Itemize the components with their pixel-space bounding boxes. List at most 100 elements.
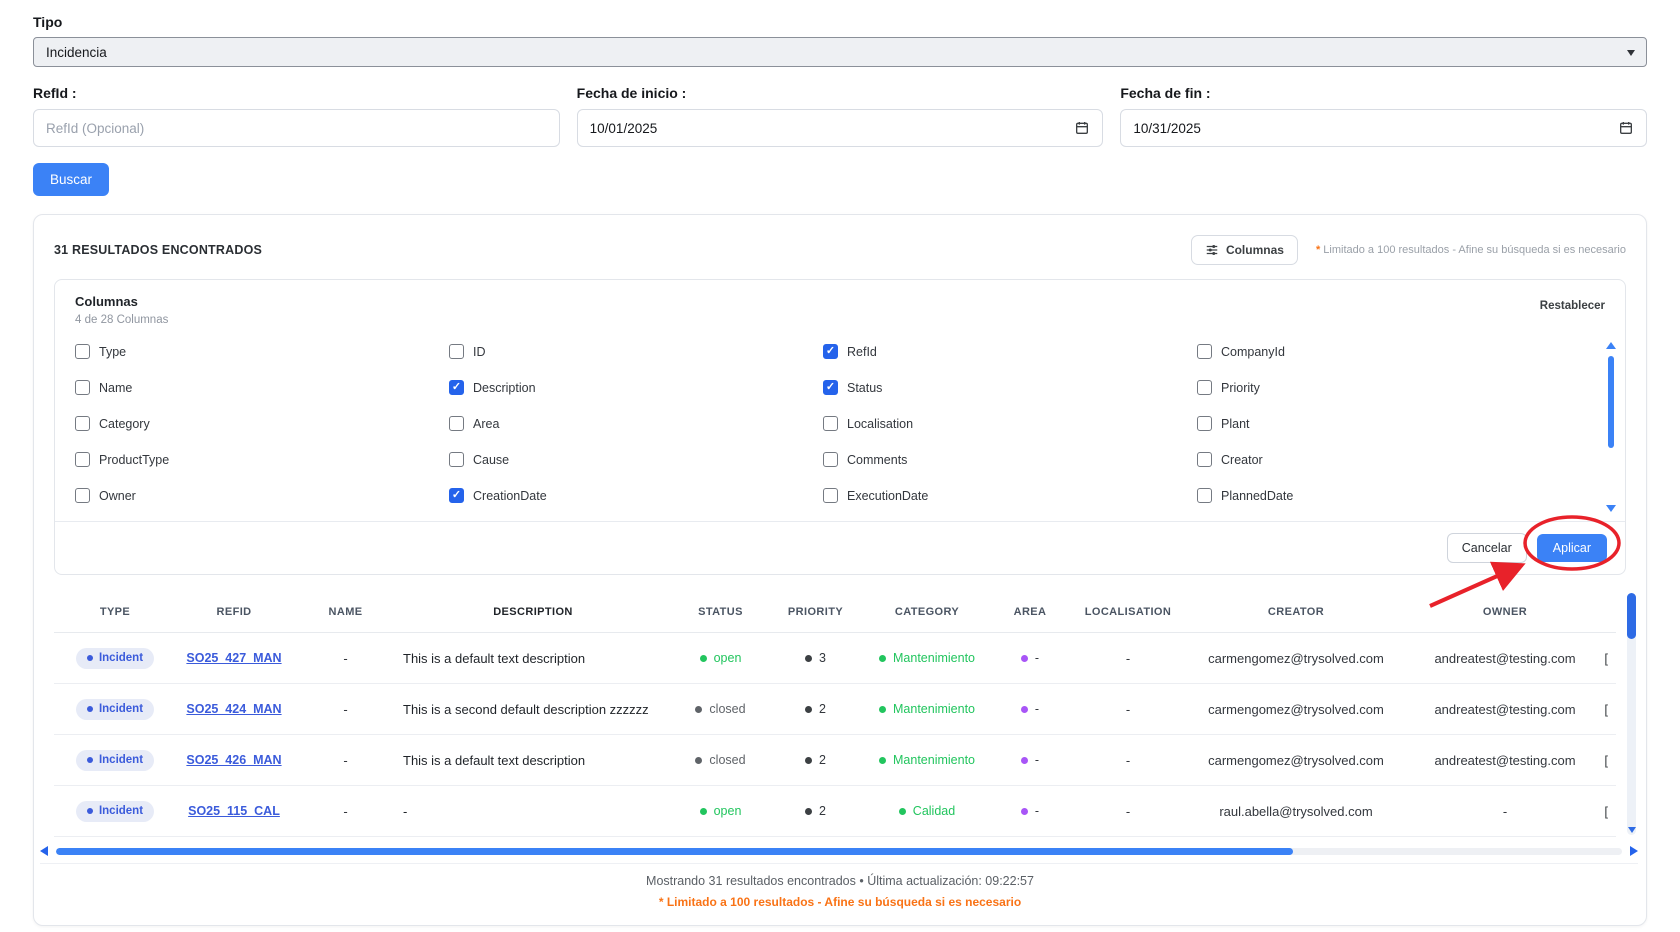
column-checkbox-name[interactable]: Name [75,380,449,395]
checkbox-icon [1197,452,1212,467]
column-checkbox-status[interactable]: Status [823,380,1197,395]
column-checkbox-type[interactable]: Type [75,344,449,359]
scrollbar-thumb[interactable] [1627,593,1636,639]
column-checkbox-cause[interactable]: Cause [449,452,823,467]
chevron-down-icon [1627,50,1635,56]
tipo-select[interactable]: Incidencia [33,37,1647,67]
refid-input[interactable] [33,109,560,147]
buscar-button[interactable]: Buscar [33,163,109,196]
table-row: Incident SO25_115_CAL - - open 2 Calidad… [54,786,1616,837]
column-checkbox-priority[interactable]: Priority [1197,380,1571,395]
column-checkbox-id[interactable]: ID [449,344,823,359]
area-dot-icon [1021,706,1028,713]
checkbox-icon [75,380,90,395]
panel-scrollbar[interactable] [1606,342,1616,512]
results-table: TYPE REFID NAME DESCRIPTION STATUS PRIOR… [54,591,1616,837]
column-header-status: STATUS [673,606,768,618]
column-checkbox-owner[interactable]: Owner [75,488,449,503]
checkbox-icon [75,488,90,503]
checkbox-label: Owner [99,489,136,503]
column-checkbox-category[interactable]: Category [75,416,449,431]
refid-link[interactable]: SO25_424_MAN [186,702,281,716]
aplicar-button[interactable]: Aplicar [1537,534,1607,562]
fecha-fin-input[interactable]: 10/31/2025 [1120,109,1647,147]
checkbox-label: Creator [1221,453,1263,467]
cell-owner: andreatest@testing.com [1405,651,1605,666]
fecha-fin-field: Fecha de fin : 10/31/2025 [1120,85,1647,147]
scroll-up-icon[interactable] [1606,342,1616,349]
checkbox-icon [449,380,464,395]
scroll-down-icon[interactable] [1628,827,1636,833]
checkbox-icon [75,344,90,359]
scroll-down-icon[interactable] [1606,505,1616,512]
cell-type: Incident [60,648,170,669]
cell-owner: andreatest@testing.com [1405,702,1605,717]
category-dot-icon [879,655,886,662]
scrollbar-track[interactable] [56,848,1622,855]
fecha-inicio-input[interactable]: 10/01/2025 [577,109,1104,147]
column-header-priority: PRIORITY [768,606,863,618]
category-dot-icon [879,757,886,764]
columns-panel: Columnas 4 de 28 Columnas Restablecer Ty… [54,279,1626,575]
cell-creator: raul.abella@trysolved.com [1187,804,1405,819]
column-checkbox-creationdate[interactable]: CreationDate [449,488,823,503]
column-checkbox-executiondate[interactable]: ExecutionDate [823,488,1197,503]
scrollbar-thumb[interactable] [1608,356,1614,448]
column-checkbox-description[interactable]: Description [449,380,823,395]
column-checkbox-comments[interactable]: Comments [823,452,1197,467]
cell-creator: carmengomez@trysolved.com [1187,702,1405,717]
cell-name: - [298,753,393,768]
checkbox-label: ExecutionDate [847,489,928,503]
checkbox-label: Plant [1221,417,1250,431]
column-header-description: DESCRIPTION [393,606,673,618]
limit-note: * Limitado a 100 resultados - Afine su b… [1316,244,1626,256]
scroll-right-icon[interactable] [1630,846,1638,856]
type-badge: Incident [76,699,154,720]
cell-category: Mantenimiento [863,702,991,716]
checkbox-icon [75,452,90,467]
checkbox-icon [449,416,464,431]
cell-owner: andreatest@testing.com [1405,753,1605,768]
scroll-left-icon[interactable] [40,846,48,856]
restablecer-button[interactable]: Restablecer [1540,296,1605,316]
columns-grid: Type ID RefId CompanyId Name Description… [75,344,1605,503]
column-checkbox-producttype[interactable]: ProductType [75,452,449,467]
column-checkbox-creator[interactable]: Creator [1197,452,1571,467]
checkbox-label: RefId [847,345,877,359]
refid-link[interactable]: SO25_115_CAL [188,804,280,818]
cell-overflow: [ [1605,651,1616,666]
table-header-row: TYPE REFID NAME DESCRIPTION STATUS PRIOR… [54,591,1616,633]
cell-name: - [298,804,393,819]
cell-creator: carmengomez@trysolved.com [1187,753,1405,768]
column-checkbox-area[interactable]: Area [449,416,823,431]
cell-area: - [991,804,1069,818]
refid-link[interactable]: SO25_427_MAN [186,651,281,665]
cell-creator: carmengomez@trysolved.com [1187,651,1405,666]
area-dot-icon [1021,757,1028,764]
checkbox-label: Type [99,345,126,359]
cell-localisation: - [1069,702,1187,717]
columns-panel-title: Columnas [75,294,168,309]
cell-localisation: - [1069,651,1187,666]
calendar-icon[interactable] [1618,120,1634,136]
scrollbar-thumb[interactable] [56,848,1293,855]
column-checkbox-plant[interactable]: Plant [1197,416,1571,431]
panel-actions: Cancelar Aplicar [55,521,1625,574]
area-dot-icon [1021,808,1028,815]
fecha-inicio-label: Fecha de inicio : [577,85,1104,101]
column-checkbox-companyid[interactable]: CompanyId [1197,344,1571,359]
cancelar-button[interactable]: Cancelar [1447,533,1527,563]
calendar-icon[interactable] [1074,120,1090,136]
checkbox-icon [449,488,464,503]
cell-category: Calidad [863,804,991,818]
columnas-button[interactable]: Columnas [1191,235,1298,265]
column-checkbox-refid[interactable]: RefId [823,344,1197,359]
refid-link[interactable]: SO25_426_MAN [186,753,281,767]
status-dot-icon [695,757,702,764]
table-horizontal-scrollbar[interactable] [40,846,1638,864]
column-checkbox-planneddate[interactable]: PlannedDate [1197,488,1571,503]
column-checkbox-localisation[interactable]: Localisation [823,416,1197,431]
cell-priority: 3 [768,651,863,665]
table-vertical-scrollbar[interactable] [1627,593,1636,835]
filters-row: RefId : Fecha de inicio : 10/01/2025 Fec… [33,85,1647,147]
